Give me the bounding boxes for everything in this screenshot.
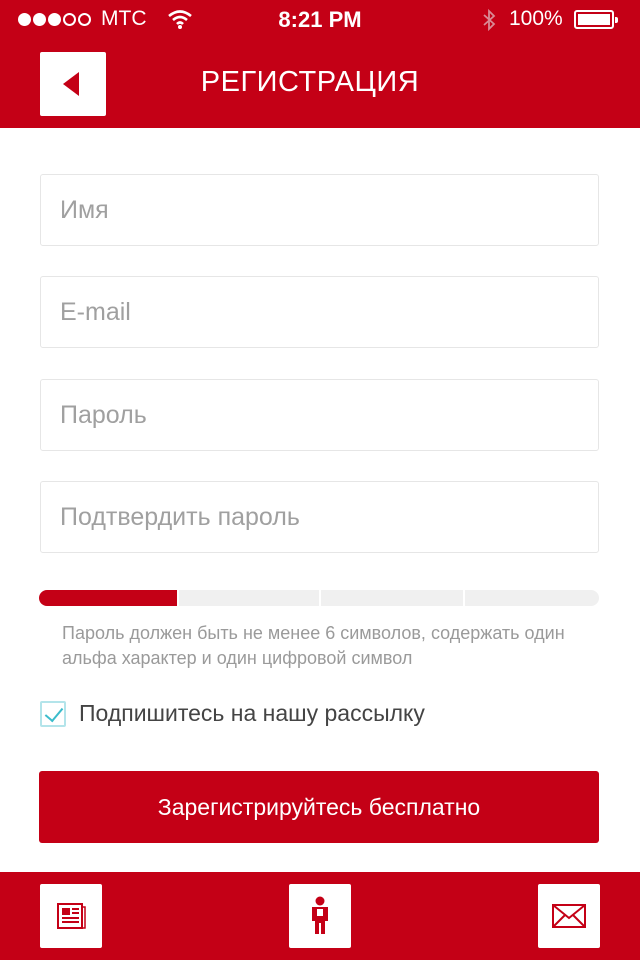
checkmark-icon [44,702,64,722]
register-button[interactable]: Зарегистрируйтесь бесплатно [39,771,599,843]
footer-bar [0,872,640,960]
person-icon [312,896,328,934]
profile-button[interactable] [289,884,351,948]
password-field[interactable] [40,379,599,451]
name-field[interactable] [40,174,599,246]
password-hint: Пароль должен быть не менее 6 символов, … [62,623,565,668]
strength-segment [39,590,177,606]
email-field[interactable] [40,276,599,348]
page-title: РЕГИСТРАЦИЯ [200,66,420,98]
header: МТС 8:21 PM 100% РЕГИСТРАЦИЯ [0,0,640,128]
password-strength-meter [39,590,599,606]
strength-segment [321,590,463,606]
mail-icon [552,904,586,928]
mail-button[interactable] [538,884,600,948]
subscribe-checkbox[interactable] [40,700,66,727]
news-button[interactable] [40,884,102,948]
subscribe-row[interactable]: Подпишитесь на нашу рассылку [40,700,425,727]
subscribe-label: Подпишитесь на нашу рассылку [79,700,425,726]
status-bar: МТС 8:21 PM 100% [0,0,640,40]
confirm-password-field[interactable] [40,481,599,553]
battery-percent: 100% [509,7,563,30]
bluetooth-icon [483,8,496,32]
battery-icon [574,10,618,29]
strength-segment [465,590,599,606]
news-icon [57,903,86,929]
strength-segment [179,590,319,606]
